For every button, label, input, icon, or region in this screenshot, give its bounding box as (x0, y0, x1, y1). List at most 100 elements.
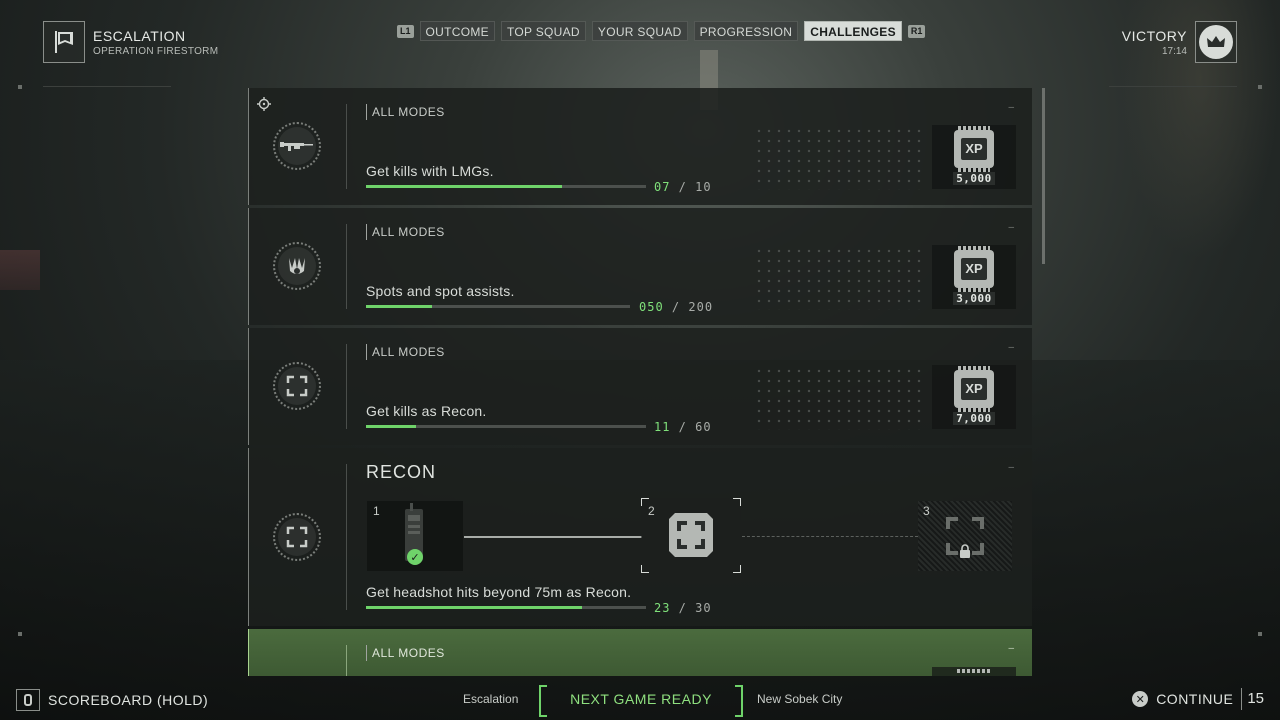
flag-icon (43, 21, 85, 63)
lmg-icon (273, 122, 321, 170)
card-divider (346, 104, 347, 189)
scoreboard-label: SCOREBOARD (HOLD) (48, 692, 209, 708)
card-divider (346, 224, 347, 309)
mode-subtitle: OPERATION FIRESTORM (93, 45, 219, 57)
challenge-progress-count: 11 / 60 (654, 420, 712, 434)
xp-amount: 3,000 (953, 291, 995, 305)
result-title: VICTORY (1121, 27, 1187, 44)
game-mode-header: ESCALATION OPERATION FIRESTORM (43, 21, 218, 63)
recon-class-icon (273, 513, 321, 561)
challenge-modes: ALL MODES (366, 104, 445, 120)
xp-amount: 7,000 (953, 411, 995, 425)
challenge-progress-count: 050 / 200 (639, 300, 714, 314)
background-structure (0, 250, 40, 290)
tracking-target-icon[interactable] (257, 97, 271, 111)
challenge-progress-count: 23 / 30 (654, 601, 712, 615)
challenge-description: Get headshot hits beyond 75m as Recon. (366, 584, 632, 600)
tier-number: 1 (373, 504, 380, 518)
completed-check-icon: ✓ (407, 549, 423, 565)
challenge-card[interactable]: ALL MODES – Spots and spot assists. 050 … (248, 208, 1032, 325)
challenge-card-selected[interactable]: ALL MODES – (248, 629, 1032, 676)
continue-button[interactable]: ✕ CONTINUE 15 (1132, 688, 1264, 710)
header-divider (1109, 86, 1237, 87)
challenges-list[interactable]: ALL MODES – Get kills with LMGs. 07 / 10… (248, 88, 1032, 676)
left-bumper-hint[interactable]: L1 (397, 24, 414, 38)
tier-number: 2 (648, 504, 655, 518)
xp-chip-icon: XP (954, 125, 994, 172)
next-mode: Escalation (463, 692, 519, 706)
challenge-progress-bar (366, 185, 646, 188)
challenge-progress-fill (366, 606, 582, 609)
tab-outcome[interactable]: OUTCOME (419, 21, 495, 41)
challenge-description: Get kills with LMGs. (366, 163, 494, 179)
xp-reward: XP 3,000 (932, 245, 1016, 309)
card-divider (346, 645, 347, 676)
match-time: 17:14 (1161, 45, 1187, 57)
xp-chip-icon: XP (954, 245, 994, 292)
tier-connector (742, 536, 918, 537)
tab-your-squad[interactable]: YOUR SQUAD (591, 21, 688, 41)
tier-2-reward[interactable] (641, 498, 741, 573)
spot-claw-icon (273, 242, 321, 290)
tab-progression[interactable]: PROGRESSION (693, 21, 799, 41)
tier-3-reward[interactable] (918, 501, 1012, 571)
next-map: New Sobek City (757, 692, 843, 706)
challenge-modes: ALL MODES (366, 224, 445, 240)
challenge-description: Spots and spot assists. (366, 283, 515, 299)
cross-button-icon: ✕ (1132, 691, 1149, 707)
xp-amount: 5,000 (953, 171, 995, 185)
challenge-description: Get kills as Recon. (366, 403, 487, 419)
challenge-progress-bar (366, 425, 646, 428)
reward-pattern (754, 126, 924, 190)
scoreboard-hint[interactable]: SCOREBOARD (HOLD) (16, 689, 208, 711)
challenge-modes: ALL MODES (366, 344, 445, 360)
victory-badge (1195, 21, 1237, 63)
card-collapse-marker: – (1008, 342, 1014, 353)
challenge-progress-fill (366, 305, 432, 308)
xp-reward: XP 5,000 (932, 125, 1016, 189)
tier-connector (464, 536, 642, 538)
crown-icon (1199, 25, 1233, 59)
xp-chip-icon (957, 669, 991, 673)
card-divider (346, 464, 347, 610)
recon-class-icon (669, 513, 713, 557)
challenge-progress-bar (366, 606, 646, 609)
card-collapse-marker: – (1008, 643, 1014, 654)
next-game-status: Escalation NEXT GAME READY New Sobek Cit… (463, 685, 843, 717)
challenge-card[interactable]: ALL MODES – Get kills as Recon. 11 / 60 … (248, 328, 1032, 445)
xp-reward: XP 7,000 (932, 365, 1016, 429)
card-collapse-marker: – (1008, 462, 1014, 473)
right-bumper-hint[interactable]: R1 (907, 24, 926, 38)
recon-class-icon (273, 362, 321, 410)
match-result-header: VICTORY 17:14 (1122, 21, 1237, 63)
card-collapse-marker: – (1008, 102, 1014, 113)
challenges-scrollbar[interactable] (1042, 88, 1045, 264)
next-game-ready-indicator: NEXT GAME READY (539, 685, 743, 717)
tier-challenge-card[interactable]: RECON – ✓ 1 2 3 Get headshot hits beyond… (248, 448, 1032, 626)
tab-challenges[interactable]: CHALLENGES (804, 21, 902, 41)
corner-marker (1258, 85, 1262, 89)
challenge-modes: ALL MODES (366, 645, 445, 661)
xp-chip-icon: XP (954, 365, 994, 412)
xp-reward (932, 667, 1016, 676)
challenge-card[interactable]: ALL MODES – Get kills with LMGs. 07 / 10… (248, 88, 1032, 205)
reward-pattern (754, 366, 924, 430)
card-divider (346, 344, 347, 429)
challenge-progress-fill (366, 425, 417, 428)
continue-countdown: 15 (1241, 688, 1264, 710)
tier-challenge-title: RECON (366, 462, 437, 482)
touchpad-button-icon (16, 689, 40, 711)
challenge-progress-fill (366, 185, 562, 188)
corner-marker (1258, 632, 1262, 636)
corner-marker (18, 632, 22, 636)
challenge-progress-bar (366, 305, 630, 308)
continue-label: CONTINUE (1156, 691, 1234, 707)
lock-icon (960, 544, 970, 558)
tier-number: 3 (923, 504, 930, 518)
tier-1-reward[interactable]: ✓ (367, 501, 463, 571)
header-divider (43, 86, 171, 87)
card-collapse-marker: – (1008, 222, 1014, 233)
mode-title: ESCALATION (93, 27, 186, 44)
tab-top-squad[interactable]: TOP SQUAD (500, 21, 586, 41)
corner-marker (18, 85, 22, 89)
